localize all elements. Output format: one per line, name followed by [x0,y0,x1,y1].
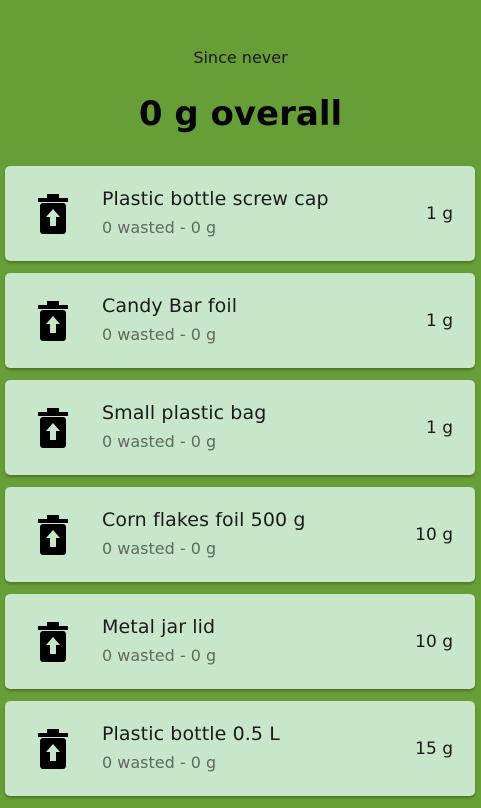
item-name: Plastic bottle 0.5 L [102,723,280,745]
item-weight: 10 g [415,525,453,545]
trash-upload-icon[interactable] [38,408,68,448]
item-wasted-summary: 0 wasted - 0 g [102,218,217,237]
item-wasted-summary: 0 wasted - 0 g [102,646,217,665]
waste-item-card[interactable]: Plastic bottle screw cap 0 wasted - 0 g … [5,166,475,261]
waste-item-list: Plastic bottle screw cap 0 wasted - 0 g … [5,166,475,808]
trash-upload-icon[interactable] [38,622,68,662]
waste-item-card[interactable]: Plastic bottle 0.5 L 0 wasted - 0 g 15 g [5,701,475,796]
trash-upload-icon[interactable] [38,515,68,555]
trash-upload-icon[interactable] [38,194,68,234]
item-weight: 1 g [425,311,453,331]
waste-item-card[interactable]: Small plastic bag 0 wasted - 0 g 1 g [5,380,475,475]
waste-item-card[interactable]: Corn flakes foil 500 g 0 wasted - 0 g 10… [5,487,475,582]
item-name: Small plastic bag [102,402,267,424]
item-weight: 1 g [425,204,453,224]
item-weight: 10 g [415,632,453,652]
waste-item-card[interactable]: Candy Bar foil 0 wasted - 0 g 1 g [5,273,475,368]
item-wasted-summary: 0 wasted - 0 g [102,753,217,772]
trash-upload-icon[interactable] [38,301,68,341]
item-weight: 15 g [415,739,453,759]
summary-header: Since never 0 g overall [0,0,481,165]
trash-upload-icon[interactable] [38,729,68,769]
item-weight: 1 g [425,418,453,438]
item-wasted-summary: 0 wasted - 0 g [102,432,217,451]
waste-item-card[interactable]: Metal jar lid 0 wasted - 0 g 10 g [5,594,475,689]
item-wasted-summary: 0 wasted - 0 g [102,539,217,558]
item-name: Plastic bottle screw cap [102,188,329,210]
item-name: Candy Bar foil [102,295,238,317]
since-label: Since never [193,48,288,67]
item-name: Metal jar lid [102,616,216,638]
overall-total: 0 g overall [138,94,343,134]
item-name: Corn flakes foil 500 g [102,509,306,531]
item-wasted-summary: 0 wasted - 0 g [102,325,217,344]
